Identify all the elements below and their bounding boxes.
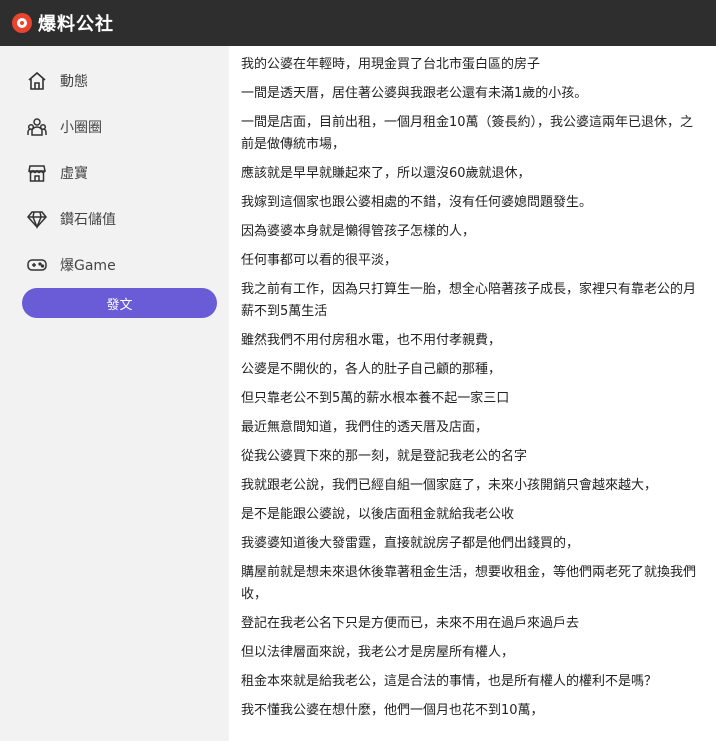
post-paragraph: 我婆婆知道後大發雷霆，直接就說房子都是他們出錢買的， [241, 536, 580, 551]
sidebar-item-groups[interactable]: 小圈圈 [0, 104, 229, 150]
post-paragraph: 應該就是早早就賺起來了，所以還沒60歲就退休， [241, 166, 531, 181]
brand-name[interactable]: 爆料公社 [38, 10, 114, 36]
group-icon [26, 116, 48, 138]
post-paragraph: 登記在我老公名下只是方便而已，未來不用在過戶來過戶去 [241, 616, 580, 631]
store-icon [26, 162, 48, 184]
post-button[interactable]: 發文 [22, 288, 217, 318]
post-paragraph: 我不懂我公婆在想什麼，他們一個月也花不到10萬， [241, 703, 544, 718]
post-paragraph: 最近無意間知道，我們住的透天厝及店面， [241, 420, 489, 435]
post-paragraph: 但以法律層面來說，我老公才是房屋所有權人， [241, 645, 515, 660]
diamond-icon [26, 208, 48, 230]
post-paragraph: 一間是店面，目前出租，一個月租金10萬（簽長約），我公婆這兩年已退休，之前是做傳… [241, 115, 694, 152]
post-paragraph: 一間是透天厝，居住著公婆與我跟老公還有未滿1歲的小孩。 [241, 86, 588, 101]
post-paragraph: 是不是能跟公婆說，以後店面租金就給我老公收 [241, 507, 515, 522]
post-paragraph: 從我公婆買下來的那一刻，就是登記我老公的名字 [241, 449, 528, 464]
post-paragraph: 我之前有工作，因為只打算生一胎，想全心陪著孩子成長，家裡只有靠老公的月薪不到5萬… [241, 282, 697, 319]
gamepad-icon [26, 254, 48, 276]
logo-icon[interactable] [12, 13, 32, 33]
post-paragraph: 雖然我們不用付房租水電，也不用付孝親費， [241, 333, 502, 348]
post-paragraph: 但只靠老公不到5萬的薪水根本養不起一家三口 [241, 391, 510, 406]
top-bar: 爆料公社 [0, 0, 716, 46]
post-paragraph: 任何事都可以看的很平淡， [241, 253, 398, 268]
post-paragraph: 公婆是不開伙的，各人的肚子自己顧的那種， [241, 362, 502, 377]
post-paragraph: 因為婆婆本身就是懶得管孩子怎樣的人， [241, 224, 476, 239]
sidebar: 動態 小圈圈 虛寶 鑽石儲值 爆Game 發文 [0, 46, 229, 741]
sidebar-item-game[interactable]: 爆Game [0, 242, 229, 288]
home-icon [26, 70, 48, 92]
sidebar-item-dynamics[interactable]: 動態 [0, 58, 229, 104]
sidebar-item-label: 鑽石儲值 [60, 212, 116, 228]
sidebar-item-store[interactable]: 虛寶 [0, 150, 229, 196]
post-paragraph: 我的公婆在年輕時，用現金買了台北市蛋白區的房子 [241, 57, 541, 72]
post-paragraph: 我嫁到這個家也跟公婆相處的不錯，沒有任何婆媳問題發生。 [241, 195, 593, 210]
post-paragraph: 我就跟老公說，我們已經自組一個家庭了，未來小孩開銷只會越來越大， [241, 478, 658, 493]
post-paragraph: 購屋前就是想未來退休後靠著租金生活，想要收租金，等他們兩老死了就換我們收， [241, 565, 697, 602]
post-content: 我的公婆在年輕時，用現金買了台北市蛋白區的房子 一間是透天厝，居住著公婆與我跟老… [229, 46, 716, 741]
sidebar-item-label: 爆Game [60, 258, 116, 274]
sidebar-item-diamond[interactable]: 鑽石儲值 [0, 196, 229, 242]
post-paragraph: 租金本來就是給我老公，這是合法的事情，也是所有權人的權利不是嗎？ [241, 674, 658, 689]
sidebar-item-label: 動態 [60, 74, 88, 90]
sidebar-item-label: 虛寶 [60, 166, 88, 182]
sidebar-item-label: 小圈圈 [60, 120, 102, 136]
